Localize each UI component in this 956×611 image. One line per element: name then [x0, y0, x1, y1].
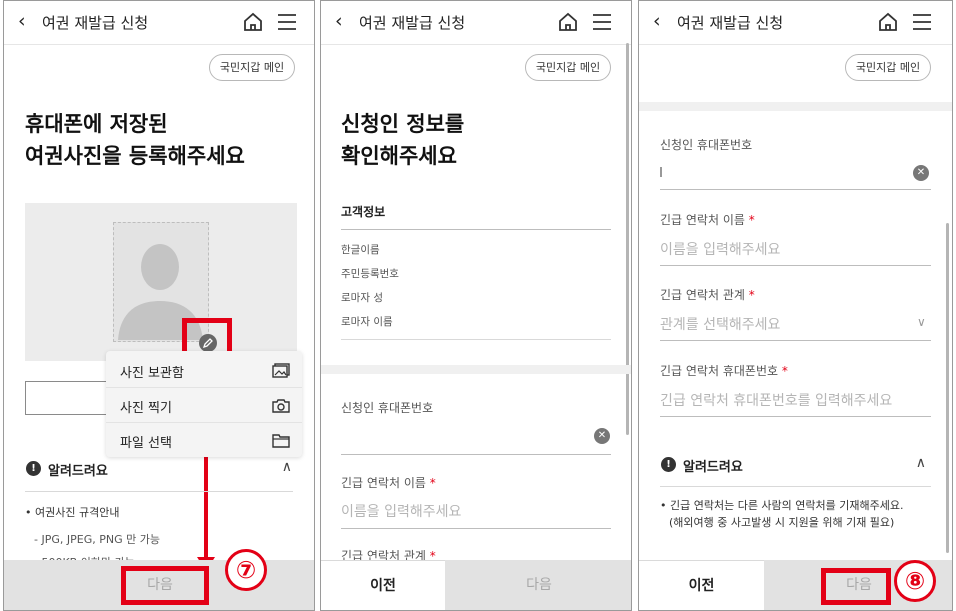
back-chevron-icon[interactable]: ‹: [653, 10, 661, 32]
prev-button[interactable]: 이전: [321, 560, 445, 610]
page-title: 여권 재발급 신청: [42, 14, 149, 32]
hamburger-menu-icon[interactable]: [911, 12, 933, 32]
folder-icon: [272, 434, 290, 448]
divider: [341, 528, 611, 529]
step-marker-8: ⑧: [894, 560, 936, 602]
menu-item-camera[interactable]: 사진 찍기: [106, 388, 302, 423]
step-marker-7: ⑦: [225, 549, 267, 591]
hamburger-menu-icon[interactable]: [276, 12, 298, 32]
notice-header[interactable]: ! 알려드려요 ∧: [4, 449, 314, 489]
applicant-phone-label: 신청인 휴대폰번호: [660, 138, 753, 152]
label-text: 긴급 연락처 이름: [660, 213, 745, 227]
photo-preview-area[interactable]: [25, 203, 297, 361]
clear-icon[interactable]: ✕: [594, 428, 610, 444]
highlight-box-next: [821, 568, 891, 605]
wallet-main-button[interactable]: 국민지갑 메인: [845, 54, 931, 81]
prev-button[interactable]: 이전: [639, 560, 764, 610]
photo-source-menu: 사진 보관함 사진 찍기 파일 선택: [106, 351, 302, 457]
applicant-phone-field[interactable]: [341, 454, 611, 455]
app-header: ‹ 여권 재발급 신청: [321, 1, 631, 45]
page-heading: 휴대폰에 저장된 여권사진을 등록해주세요: [25, 108, 245, 172]
notice-title: 알려드려요: [683, 460, 743, 475]
alert-icon: !: [26, 461, 41, 476]
applicant-phone-field[interactable]: [660, 189, 931, 190]
notice-item: • 여권사진 규격안내: [25, 506, 120, 519]
label-text: 긴급 연락처 관계: [660, 288, 745, 302]
field-label-korean-name: 한글이름: [341, 244, 380, 256]
chevron-down-icon[interactable]: ∨: [917, 315, 926, 329]
highlight-box-next: [121, 566, 209, 605]
notice-line: • 긴급 연락처는 다른 사람의 연락처를 기재해주세요.: [660, 499, 904, 512]
divider: [341, 339, 611, 340]
required-mark: *: [748, 288, 755, 302]
notice-item: - JPG, JPEG, PNG 만 가능: [34, 533, 160, 546]
required-mark: *: [748, 213, 755, 227]
heading-line-2: 확인해주세요: [341, 144, 457, 168]
emergency-name-label: 긴급 연락처 이름 *: [341, 474, 436, 491]
heading-line-1: 휴대폰에 저장된: [25, 112, 168, 136]
menu-item-label: 사진 보관함: [120, 366, 184, 381]
notice-line: (해외여행 중 사고발생 시 지원을 위해 기재 필요): [669, 516, 895, 529]
alert-icon: !: [661, 457, 676, 472]
required-mark: *: [781, 364, 788, 378]
text-cursor: [660, 167, 662, 177]
emergency-phone-input[interactable]: 긴급 연락처 휴대폰번호를 입력해주세요: [660, 390, 892, 410]
applicant-phone-label: 신청인 휴대폰번호: [341, 401, 434, 415]
notice-header[interactable]: ! 알려드려요 ∧: [639, 445, 952, 485]
scrollbar[interactable]: [626, 43, 629, 435]
hamburger-menu-icon[interactable]: [591, 12, 613, 32]
heading-line-1: 신청인 정보를: [341, 112, 465, 136]
page-heading: 신청인 정보를 확인해주세요: [341, 108, 464, 172]
page-title: 여권 재발급 신청: [359, 14, 466, 32]
emergency-name-input[interactable]: 이름을 입력해주세요: [341, 501, 461, 521]
app-header: ‹ 여권 재발급 신청: [4, 1, 314, 45]
gallery-icon: [272, 363, 290, 378]
emergency-name-label: 긴급 연락처 이름 *: [660, 211, 755, 228]
home-icon[interactable]: [877, 11, 899, 33]
emergency-name-input[interactable]: 이름을 입력해주세요: [660, 239, 780, 259]
back-chevron-icon[interactable]: ‹: [18, 10, 26, 32]
menu-item-gallery[interactable]: 사진 보관함: [106, 353, 302, 388]
wallet-main-button[interactable]: 국민지갑 메인: [209, 54, 295, 81]
scrollbar[interactable]: [946, 223, 949, 553]
home-icon[interactable]: [242, 11, 264, 33]
required-mark: *: [429, 476, 436, 490]
chevron-up-icon[interactable]: ∧: [282, 459, 292, 475]
photo-upload-screen: ‹ 여권 재발급 신청 국민지갑 메인 휴대폰에 저장된 여권사진을 등록해주세…: [3, 0, 315, 611]
wallet-main-button[interactable]: 국민지갑 메인: [525, 54, 611, 81]
bottom-action-bar: 이전 다음: [321, 560, 631, 610]
applicant-info-screen: ‹ 여권 재발급 신청 국민지갑 메인 신청인 정보를 확인해주세요 고객정보 …: [320, 0, 632, 611]
chevron-up-icon[interactable]: ∧: [916, 455, 926, 471]
page-title: 여권 재발급 신청: [677, 14, 784, 32]
emergency-phone-label: 긴급 연락처 휴대폰번호 *: [660, 362, 788, 379]
photo-file-field[interactable]: [25, 381, 107, 415]
field-label-roman-surname: 로마자 성: [341, 292, 383, 304]
next-button[interactable]: 다음: [445, 560, 631, 610]
divider: [660, 265, 931, 266]
emergency-contact-screen: ‹ 여권 재발급 신청 국민지갑 메인 신청인 휴대폰번호 ✕ 긴급 연락처 이…: [638, 0, 953, 611]
clear-icon[interactable]: ✕: [913, 165, 929, 181]
divider: [660, 340, 931, 341]
section-separator: [321, 365, 631, 374]
emergency-relation-label: 긴급 연락처 관계 *: [660, 286, 755, 303]
section-separator: [639, 102, 952, 111]
notice-title: 알려드려요: [48, 464, 108, 479]
field-label-roman-given-name: 로마자 이름: [341, 316, 393, 328]
divider: [25, 491, 293, 492]
label-text: 긴급 연락처 이름: [341, 476, 426, 490]
menu-item-label: 사진 찍기: [120, 401, 172, 416]
customer-section-title: 고객정보: [341, 205, 386, 219]
app-header: ‹ 여권 재발급 신청: [639, 1, 952, 45]
label-text: 긴급 연락처 휴대폰번호: [660, 364, 779, 378]
home-icon[interactable]: [557, 11, 579, 33]
camera-icon: [272, 399, 290, 413]
field-label-resident-number: 주민등록번호: [341, 268, 399, 280]
divider: [660, 416, 931, 417]
heading-line-2: 여권사진을 등록해주세요: [25, 144, 245, 168]
divider: [341, 229, 611, 230]
divider: [660, 486, 931, 487]
emergency-relation-select[interactable]: 관계를 선택해주세요: [660, 314, 780, 334]
back-chevron-icon[interactable]: ‹: [335, 10, 343, 32]
